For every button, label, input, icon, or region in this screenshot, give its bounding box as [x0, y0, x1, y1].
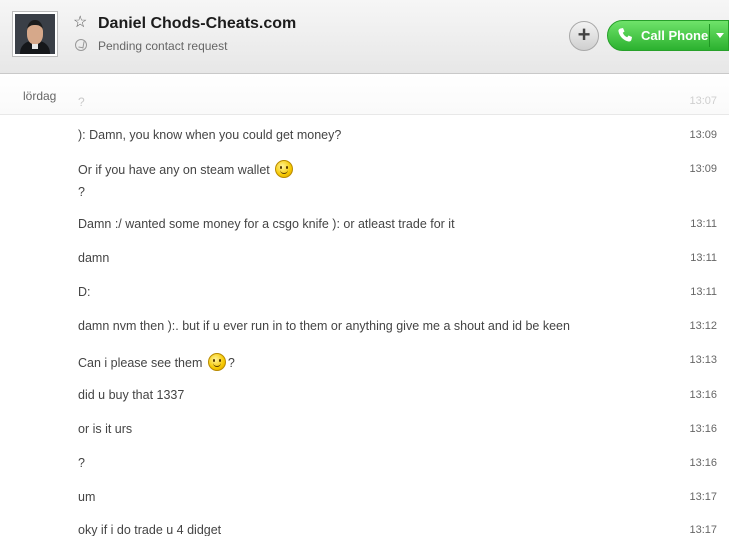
message-time: 13:16 — [689, 457, 717, 469]
contact-name: Daniel Chods-Cheats.com — [98, 15, 297, 32]
chat-history[interactable]: lördag ? 13:07 ): Damn, you know when yo… — [0, 74, 729, 536]
faded-message: ? — [78, 95, 85, 109]
contact-avatar[interactable] — [12, 11, 58, 57]
favorite-star-icon[interactable]: ☆ — [73, 14, 87, 32]
message-time: 13:11 — [690, 286, 717, 298]
message-time: 13:11 — [690, 218, 717, 230]
plus-icon: + — [577, 22, 591, 47]
message-text: um — [78, 490, 96, 504]
message-text: or is it urs — [78, 422, 133, 436]
call-phone-button[interactable]: Call Phone — [607, 20, 729, 51]
message-text: D: — [78, 285, 91, 299]
phone-icon — [618, 28, 632, 42]
message-time: 13:16 — [689, 389, 717, 401]
message-text: damn — [78, 251, 110, 265]
call-phone-label: Call Phone — [641, 28, 709, 43]
message-text: damn nvm then ):. but if u ever run in t… — [78, 319, 570, 333]
smiley-emoticon-icon — [207, 353, 226, 371]
message-text-after: ? — [227, 356, 235, 370]
message-text: ): Damn, you know when you could get mon… — [78, 128, 342, 142]
message-time: 13:17 — [689, 491, 717, 503]
message-time: 13:09 — [689, 129, 717, 141]
message-text: oky if i do trade u 4 didget — [78, 523, 222, 536]
message-time: 13:16 — [689, 423, 717, 435]
smiley-emoticon-icon — [275, 160, 294, 178]
conversation-header: ☆ Daniel Chods-Cheats.com Pending contac… — [0, 0, 729, 74]
message-text: did u buy that 1337 — [78, 388, 185, 402]
avatar-image — [15, 14, 55, 54]
pending-status-icon — [75, 39, 87, 51]
call-divider — [709, 24, 710, 47]
message-text: ? — [78, 456, 85, 470]
message-text: Can i please see them ? — [78, 353, 668, 371]
faded-message-time: 13:07 — [689, 95, 717, 107]
contact-status: Pending contact request — [98, 39, 228, 53]
message-time: 13:17 — [689, 524, 717, 536]
message-time: 13:09 — [689, 163, 717, 175]
date-label: lördag — [23, 89, 57, 103]
message-time: 13:13 — [689, 354, 717, 366]
date-row: lördag ? 13:07 — [0, 74, 729, 115]
message-text: Or if you have any on steam wallet — [78, 160, 668, 178]
message-text-part: Can i please see them — [78, 356, 203, 370]
message-text-part: Or if you have any on steam wallet — [78, 163, 270, 177]
message-time: 13:11 — [690, 252, 717, 264]
message-time: 13:12 — [689, 320, 717, 332]
call-dropdown-arrow-icon[interactable] — [716, 33, 724, 38]
add-participant-button[interactable]: + — [569, 21, 599, 51]
message-text-line2: ? — [78, 185, 85, 199]
message-text: Damn :/ wanted some money for a csgo kni… — [78, 217, 455, 231]
